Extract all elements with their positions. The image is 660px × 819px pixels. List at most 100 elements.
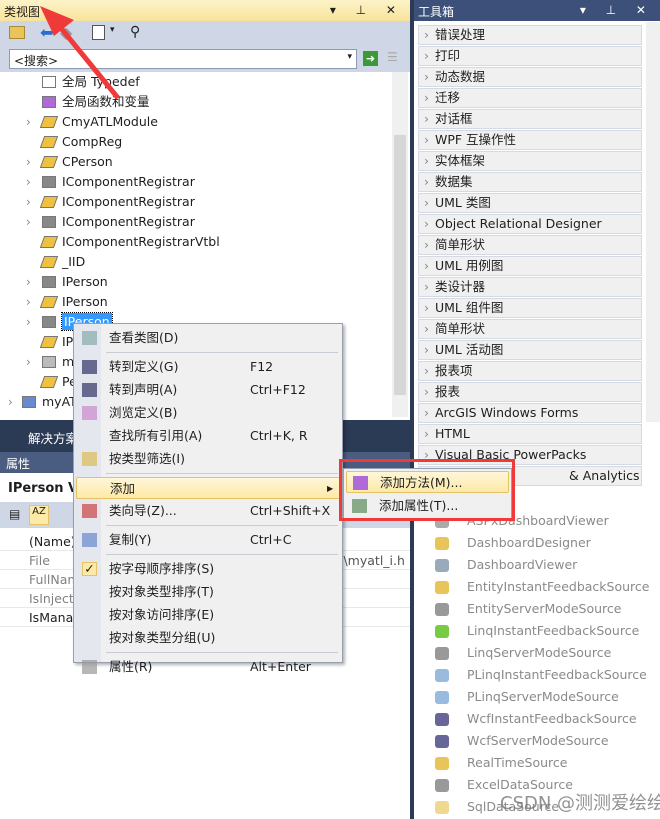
toolbox-category[interactable]: 实体框架 [418,151,642,171]
menu-shortcut: Ctrl+C [250,532,292,547]
toolbox-item[interactable]: EntityInstantFeedbackSource [435,579,650,594]
tree-item[interactable]: › CPerson [20,152,390,172]
toolbox-category[interactable]: 数据集 [418,172,642,192]
toolbox-category[interactable]: 动态数据 [418,67,642,87]
data-source-icon [435,801,449,814]
toolbox-category[interactable]: UML 类图 [418,193,642,213]
expand-chevron-icon[interactable]: › [26,152,31,172]
menu-item-label: 按对象访问排序(E) [109,607,215,622]
menu-item[interactable]: 查找所有引用(A) Ctrl+K, R [76,425,341,447]
menu-item[interactable]: 按类型筛选(I) [76,448,341,470]
window-controls[interactable]: ▾ ⊥ ✕ [580,3,654,17]
menu-item[interactable]: 查看类图(D) [76,327,341,349]
menu-item-label: 属性(R) [109,659,153,674]
window-controls[interactable]: ▾ ⊥ ✕ [330,3,404,17]
toolbox-item[interactable]: WcfInstantFeedbackSource [435,711,637,726]
interface-icon [42,316,56,328]
data-source-icon [435,603,449,616]
toolbox-item-label: LinqInstantFeedbackSource [467,623,640,638]
toolbox-category[interactable]: ArcGIS Windows Forms [418,403,642,423]
toolbox-item[interactable]: PLinqServerModeSource [435,689,619,704]
search-go-icon[interactable]: ➜ [363,51,378,66]
toolbox-item-label: PLinqInstantFeedbackSource [467,667,647,682]
toolbox-item-label: WcfServerModeSource [467,733,609,748]
scrollbar-thumb[interactable] [394,135,406,395]
toolbox-item[interactable]: RealTimeSource [435,755,567,770]
tree-item[interactable]: › IComponentRegistrar [20,172,390,192]
toolbox-item[interactable]: DashboardDesigner [435,535,591,550]
tree-item-label: IComponentRegistrar [62,214,195,229]
toolbox-item-label: EntityInstantFeedbackSource [467,579,650,594]
toolbox-item[interactable]: DashboardViewer [435,557,577,572]
data-source-icon [435,735,449,748]
menu-item[interactable]: 浏览定义(B) [76,402,341,424]
expand-chevron-icon[interactable]: › [26,192,31,212]
class-icon [39,156,59,168]
filter-icon [82,452,97,466]
expand-chevron-icon[interactable]: › [8,392,13,412]
toolbox-category[interactable]: 简单形状 [418,319,642,339]
vertical-scrollbar[interactable] [646,22,660,422]
expand-chevron-icon[interactable]: › [26,172,31,192]
toolbox-category[interactable]: WPF 互操作性 [418,130,642,150]
expand-chevron-icon[interactable]: › [26,212,31,232]
tree-item[interactable]: › IComponentRegistrar [20,212,390,232]
toolbox-item[interactable]: PLinqInstantFeedbackSource [435,667,647,682]
tree-item[interactable]: › CmyATLModule [20,112,390,132]
chevron-down-icon[interactable]: ▾ [347,52,352,62]
tree-item-label: _IID [62,254,86,269]
toolbox-category[interactable]: UML 用例图 [418,256,642,276]
toolbox-category[interactable]: Object Relational Designer [418,214,642,234]
menu-item[interactable]: 按对象类型排序(T) [76,581,341,603]
toolbox-category[interactable]: 错误处理 [418,25,642,45]
clear-search-icon[interactable]: ☰ [387,50,398,64]
toolbox-category[interactable]: UML 活动图 [418,340,642,360]
toolbox-category[interactable]: 简单形状 [418,235,642,255]
menu-item[interactable]: 按对象类型分组(U) [76,627,341,649]
menu-item[interactable]: ✓ 按字母顺序排序(S) [76,558,341,580]
menu-item[interactable]: 添加 ▶ [76,477,341,499]
expand-chevron-icon[interactable]: › [26,352,31,372]
tree-item[interactable]: CompReg [20,132,390,152]
alphabetical-sort-icon[interactable]: AZ [29,505,49,525]
toolbox-item[interactable]: LinqServerModeSource [435,645,612,660]
menu-item[interactable]: 按对象访问排序(E) [76,604,341,626]
tree-item[interactable]: IComponentRegistrarVtbl [20,232,390,252]
expand-chevron-icon[interactable]: › [26,312,31,332]
tree-item[interactable]: _IID [20,252,390,272]
tree-item-label: IPerson [62,294,108,309]
tree-item[interactable]: › IPerson [20,272,390,292]
tree-item-label: CompReg [62,134,123,149]
toolbox-item[interactable]: LinqInstantFeedbackSource [435,623,640,638]
expand-chevron-icon[interactable]: › [26,112,31,132]
toolbox-category[interactable]: 报表 [418,382,642,402]
toolbox-category[interactable]: 类设计器 [418,277,642,297]
tree-item[interactable]: › IComponentRegistrar [20,192,390,212]
toolbox-category[interactable]: 迁移 [418,88,642,108]
expand-chevron-icon[interactable]: › [26,292,31,312]
menu-item[interactable]: 类向导(Z)... Ctrl+Shift+X [76,500,341,522]
menu-item[interactable]: 转到定义(G) F12 [76,356,341,378]
tree-item-label: IComponentRegistrarVtbl [62,234,220,249]
menu-item[interactable]: 转到声明(A) Ctrl+F12 [76,379,341,401]
expand-chevron-icon[interactable]: › [26,272,31,292]
menu-separator [106,525,338,526]
data-source-icon [435,691,449,704]
toolbox-category[interactable]: 报表项 [418,361,642,381]
toolbox-category[interactable]: 打印 [418,46,642,66]
toolbox-item[interactable]: WcfServerModeSource [435,733,609,748]
toolbox-category[interactable]: HTML [418,424,642,444]
class-icon [39,376,59,388]
menu-item[interactable]: 属性(R) Alt+Enter [76,656,341,678]
toolbox-category[interactable]: 对话框 [418,109,642,129]
tree-item[interactable]: › IPerson [20,292,390,312]
categorized-icon[interactable]: ▤ [9,507,20,521]
menu-item[interactable]: 复制(Y) Ctrl+C [76,529,341,551]
toolbox-category[interactable]: UML 组件图 [418,298,642,318]
data-source-icon [435,537,449,550]
data-source-icon [435,669,449,682]
toolbox-item-label: LinqServerModeSource [467,645,612,660]
data-source-icon [435,559,449,572]
menu-shortcut: Ctrl+Shift+X [250,503,331,518]
toolbox-item[interactable]: EntityServerModeSource [435,601,621,616]
